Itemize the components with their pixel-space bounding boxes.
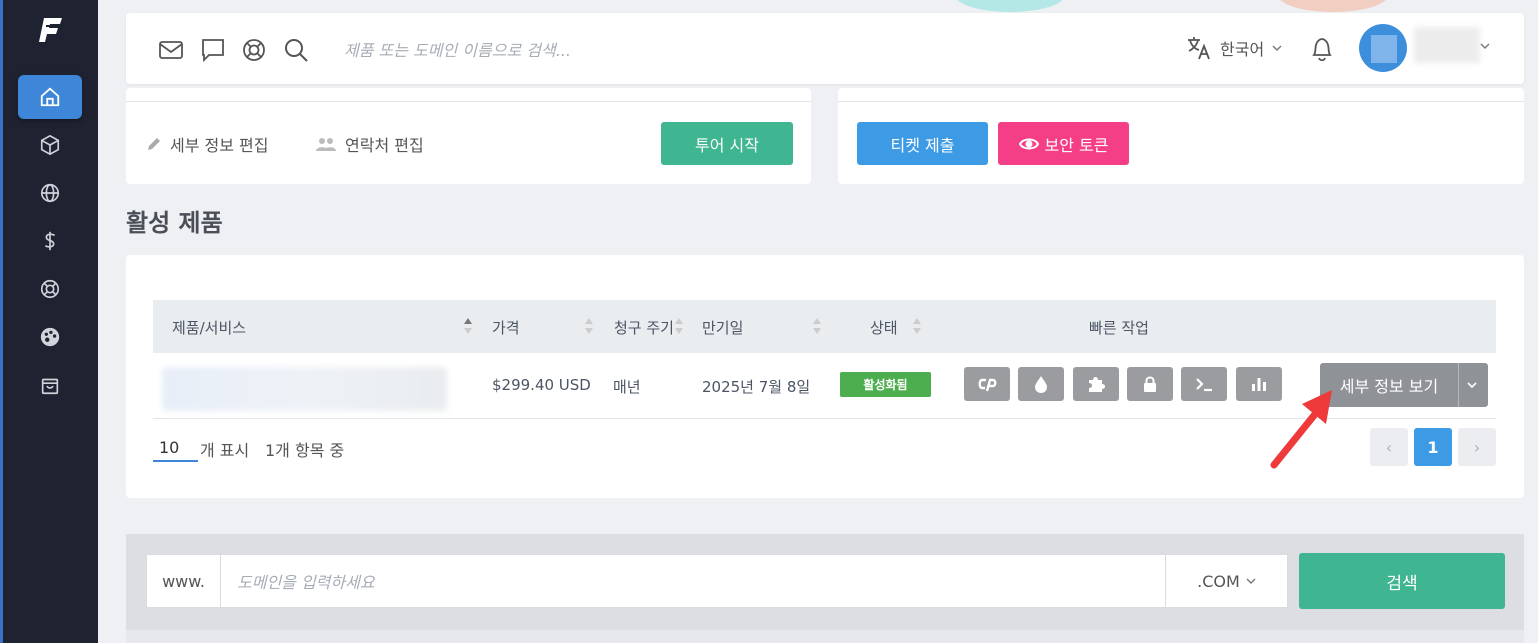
- sort-icon[interactable]: [912, 317, 922, 335]
- submit-ticket-button[interactable]: 티켓 제출: [857, 122, 988, 165]
- eye-icon: [1018, 138, 1039, 149]
- band-footer: [126, 630, 1524, 643]
- column-header-billing-cycle[interactable]: 청구 주기: [614, 317, 674, 338]
- mail-icon[interactable]: [158, 37, 184, 63]
- decor-blob: [1278, 0, 1388, 12]
- search-input[interactable]: 제품 또는 도메인 이름으로 검색...: [344, 37, 571, 61]
- pencil-icon: [148, 138, 160, 150]
- cpanel-login-button[interactable]: [964, 367, 1010, 401]
- search-icon[interactable]: [283, 37, 309, 63]
- chat-icon[interactable]: [200, 37, 226, 63]
- bell-icon[interactable]: [1309, 35, 1335, 63]
- tld-select[interactable]: .COM: [1166, 554, 1288, 608]
- tld-label: .COM: [1197, 571, 1240, 591]
- chevron-down-icon[interactable]: [1479, 40, 1491, 52]
- user-name-redacted: [1414, 27, 1480, 63]
- sidebar: [0, 0, 98, 643]
- sidebar-item-theme[interactable]: [18, 315, 82, 359]
- item-count-label: 1개 항목 중: [265, 441, 345, 460]
- decor-blob: [955, 0, 1065, 12]
- column-header-quick-actions: 빠른 작업: [1089, 319, 1149, 337]
- page-title: 활성 제품: [126, 209, 223, 237]
- shopping-bag-icon: [41, 378, 59, 395]
- sort-icon[interactable]: [463, 317, 473, 335]
- support-actions-card: 티켓 제출 보안 토큰: [838, 88, 1524, 184]
- lifebuoy-icon: [40, 279, 60, 299]
- table-header: 제품/서비스 가격 청구 주기 만기일 상태 빠른 작업: [153, 300, 1496, 353]
- drop-icon: [1035, 376, 1047, 393]
- language-label: 한국어: [1220, 40, 1265, 59]
- chevron-down-icon[interactable]: [1466, 379, 1478, 391]
- annotation-arrow-icon: [1270, 390, 1332, 469]
- security-token-label: 보안 토큰: [1044, 135, 1109, 155]
- ssl-button[interactable]: [1127, 367, 1173, 401]
- domain-prefix: www.: [146, 554, 220, 608]
- sort-icon[interactable]: [674, 317, 684, 335]
- pagination-page-1[interactable]: 1: [1414, 428, 1452, 466]
- view-details-button[interactable]: 세부 정보 보기: [1320, 363, 1488, 407]
- sidebar-item-support[interactable]: [18, 267, 82, 311]
- edit-details-link[interactable]: 세부 정보 편집: [146, 132, 269, 156]
- cpanel-icon: [978, 378, 997, 392]
- addons-button[interactable]: [1073, 367, 1119, 401]
- sort-icon[interactable]: [584, 317, 594, 335]
- column-header-price[interactable]: 가격: [492, 317, 520, 338]
- pagination-prev-button[interactable]: ‹: [1370, 428, 1408, 466]
- pagination-next-button[interactable]: ›: [1458, 428, 1496, 466]
- domain-search-band: www. 도메인을 입력하세요 .COM 검색: [126, 534, 1524, 643]
- chevron-down-icon: [1246, 578, 1256, 584]
- column-header-due-date[interactable]: 만기일: [702, 317, 743, 338]
- sidebar-item-billing[interactable]: [18, 219, 82, 263]
- globe-icon: [40, 183, 60, 203]
- lock-icon: [1144, 376, 1156, 392]
- palette-icon: [40, 327, 60, 347]
- language-selector[interactable]: 한국어: [1186, 35, 1282, 61]
- terminal-button[interactable]: [1181, 367, 1227, 401]
- top-header: 제품 또는 도메인 이름으로 검색... 한국어: [126, 13, 1524, 84]
- terminal-icon: [1196, 378, 1212, 392]
- column-header-status[interactable]: 상태: [870, 317, 898, 338]
- sidebar-item-products[interactable]: [18, 123, 82, 167]
- product-due-date: 2025년 7월 8일: [702, 378, 811, 396]
- avatar[interactable]: [1359, 24, 1407, 72]
- product-name-redacted[interactable]: [162, 367, 447, 411]
- domain-search-button[interactable]: 검색: [1299, 553, 1505, 609]
- account-actions-card: 세부 정보 편집 연락처 편집 투어 시작: [126, 88, 811, 184]
- edit-contacts-link[interactable]: 연락처 편집: [315, 132, 424, 156]
- edit-details-label: 세부 정보 편집: [170, 136, 269, 155]
- page-size-label: 개 표시: [200, 441, 250, 460]
- product-billing-cycle: 매년: [613, 378, 641, 396]
- divider: [838, 101, 1524, 102]
- sort-icon[interactable]: [812, 317, 822, 335]
- softaculous-button[interactable]: [1018, 367, 1064, 401]
- avatar-image: [1371, 35, 1397, 63]
- sidebar-item-home[interactable]: [18, 75, 82, 119]
- page-size-select[interactable]: 10: [153, 435, 198, 462]
- product-price: $299.40 USD: [492, 376, 591, 394]
- sidebar-item-domains[interactable]: [18, 171, 82, 215]
- users-icon: [316, 138, 336, 151]
- translate-icon: [1188, 37, 1210, 60]
- lifebuoy-icon[interactable]: [241, 37, 267, 63]
- status-badge: 활성화됨: [840, 372, 931, 397]
- divider: [126, 101, 811, 102]
- puzzle-icon: [1089, 377, 1105, 392]
- edit-contacts-label: 연락처 편집: [345, 136, 424, 155]
- column-header-product[interactable]: 제품/서비스: [172, 317, 246, 338]
- sidebar-edge: [0, 0, 3, 643]
- brand-logo-icon[interactable]: [38, 16, 64, 44]
- home-icon: [40, 87, 60, 107]
- domain-input[interactable]: 도메인을 입력하세요: [220, 554, 1166, 608]
- divider: [1458, 363, 1459, 407]
- sidebar-item-store[interactable]: [18, 363, 82, 407]
- box-icon: [40, 134, 60, 156]
- chevron-down-icon: [1272, 45, 1282, 51]
- dollar-icon: [44, 231, 56, 251]
- security-token-button[interactable]: 보안 토큰: [998, 122, 1129, 165]
- start-tour-button[interactable]: 투어 시작: [661, 122, 793, 165]
